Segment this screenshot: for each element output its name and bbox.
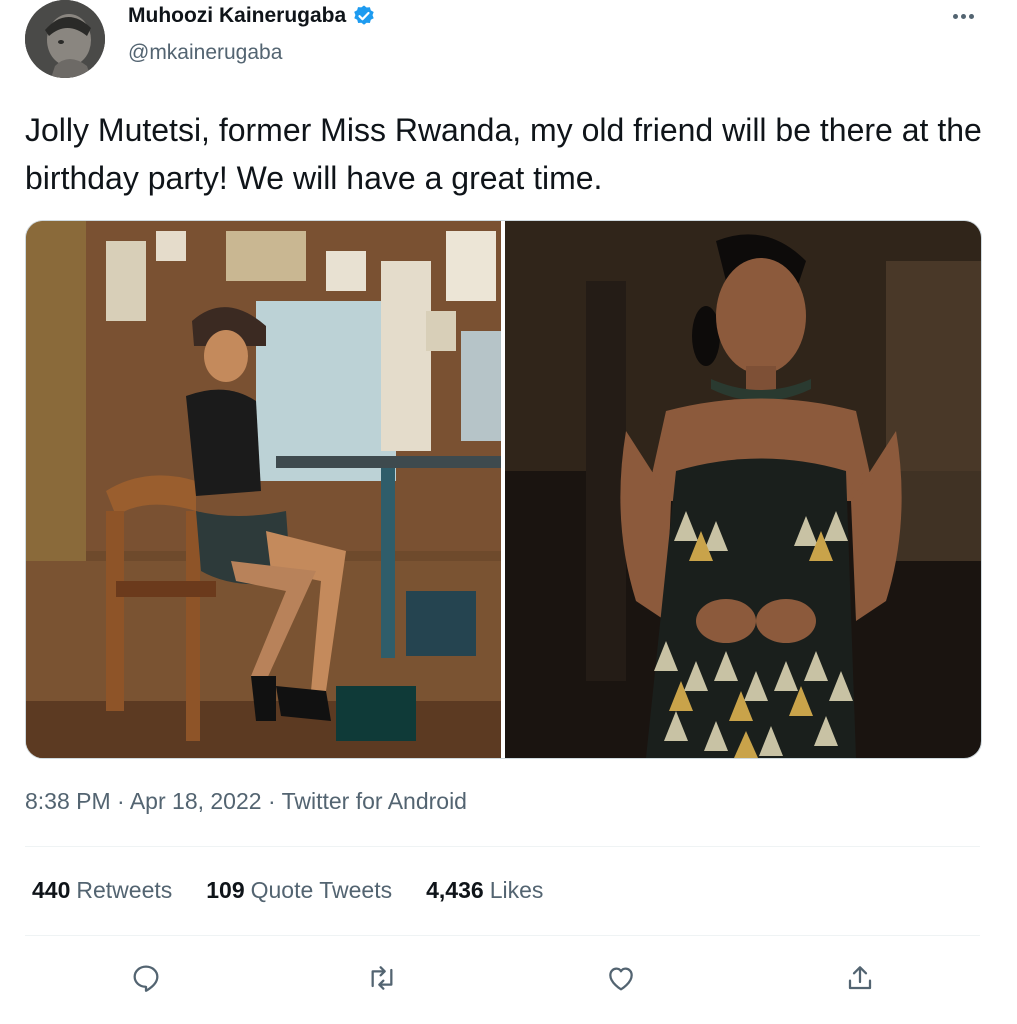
retweets-label: Retweets — [76, 877, 173, 903]
divider — [25, 846, 980, 847]
author-name[interactable]: Muhoozi Kainerugaba — [128, 4, 346, 28]
meta-separator: · — [267, 788, 276, 814]
likes-count: 4,436 — [426, 877, 484, 903]
quote-tweets-stat[interactable]: 109 Quote Tweets — [206, 877, 392, 904]
tweet-text: Jolly Mutetsi, former Miss Rwanda, my ol… — [25, 112, 982, 196]
more-horizontal-icon[interactable] — [945, 4, 981, 28]
tweet-date[interactable]: Apr 18, 2022 — [130, 788, 262, 814]
tweet-actions — [25, 950, 980, 1002]
tweet-stats: 440 Retweets 109 Quote Tweets 4,436 Likes — [32, 877, 543, 904]
tweet-meta: 8:38 PM · Apr 18, 2022 · Twitter for And… — [25, 788, 467, 815]
retweets-count: 440 — [32, 877, 71, 903]
quote-tweets-label: Quote Tweets — [250, 877, 393, 903]
verified-badge-icon — [354, 5, 374, 25]
tweet-media[interactable] — [25, 220, 982, 759]
divider — [25, 935, 980, 936]
author-name-row[interactable]: Muhoozi Kainerugaba — [128, 4, 376, 28]
retweets-stat[interactable]: 440 Retweets — [32, 877, 172, 904]
quote-tweets-count: 109 — [206, 877, 245, 903]
share-icon[interactable] — [840, 958, 880, 998]
reply-icon[interactable] — [126, 958, 166, 998]
author-handle[interactable]: @mkainerugaba — [128, 41, 282, 65]
likes-stat[interactable]: 4,436 Likes — [426, 877, 543, 904]
photo-right[interactable] — [505, 221, 981, 758]
likes-label: Likes — [489, 877, 544, 903]
retweet-icon[interactable] — [362, 958, 402, 998]
avatar[interactable] — [25, 0, 105, 78]
photo-left[interactable] — [26, 221, 501, 758]
tweet-source[interactable]: Twitter for Android — [282, 788, 467, 814]
like-icon[interactable] — [601, 958, 641, 998]
meta-separator: · — [117, 788, 125, 814]
tweet-time[interactable]: 8:38 PM — [25, 788, 111, 814]
